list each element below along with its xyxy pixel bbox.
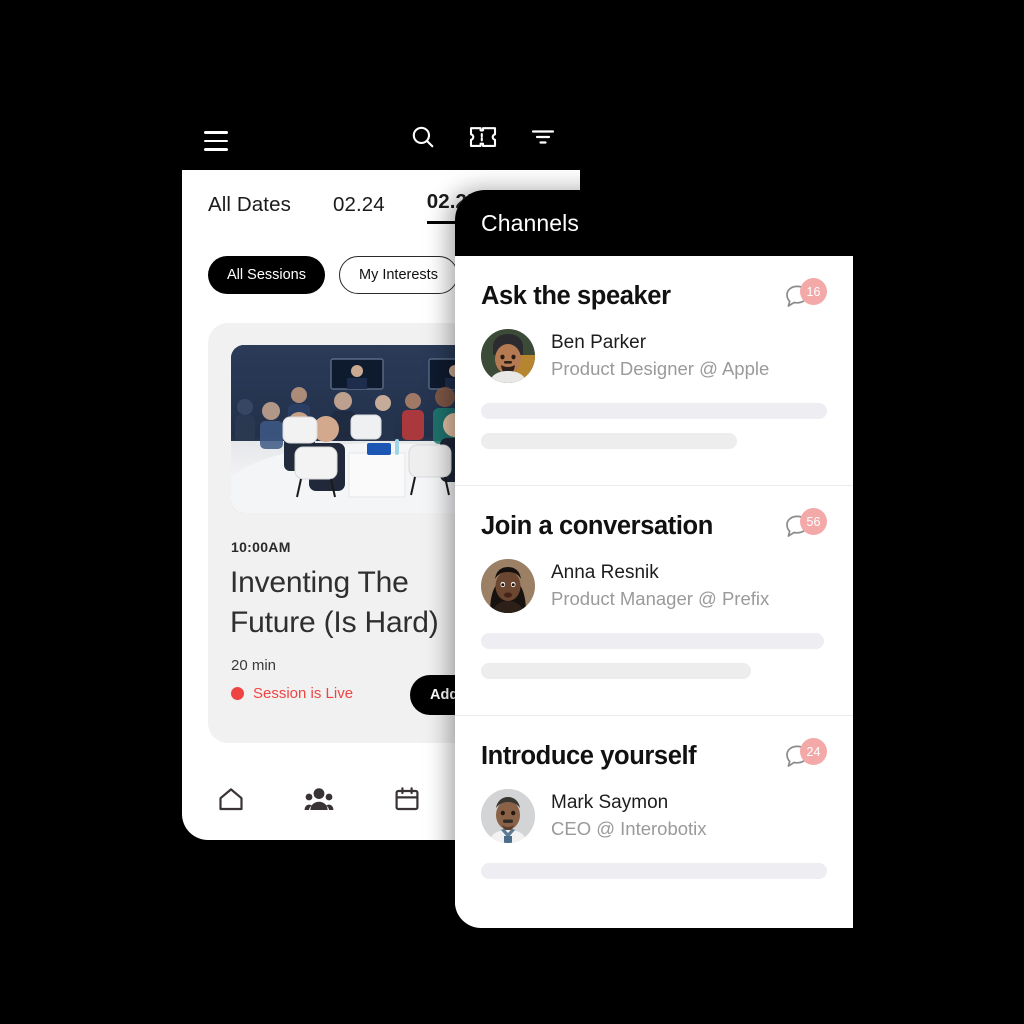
person-name: Ben Parker xyxy=(551,332,647,353)
person-name: Mark Saymon xyxy=(551,792,669,813)
channel-item-ask-the-speaker[interactable]: Ask the speaker 16 Ben Parker Product De… xyxy=(455,256,853,485)
unread-count-badge: 24 xyxy=(800,738,827,765)
channels-header: Channels xyxy=(455,190,853,256)
person-role: Product Manager @ Prefix xyxy=(551,588,770,609)
channel-person-info: Anna Resnik Product Manager @ Prefix xyxy=(551,560,769,612)
session-live-status: Session is Live xyxy=(231,685,353,702)
channel-item-join-a-conversation[interactable]: Join a conversation 56 Anna Resnik Produ… xyxy=(455,485,853,715)
nav-calendar-icon[interactable] xyxy=(390,782,424,816)
screenshot-stage: All Dates 02.24 02.25 All Sessions My In… xyxy=(0,0,1024,1024)
channel-heading: Introduce yourself xyxy=(481,742,697,770)
unread-count-badge: 56 xyxy=(800,508,827,535)
channels-panel: Channels Ask the speaker 16 Ben Parker P… xyxy=(455,190,853,928)
avatar-anna-resnik xyxy=(481,559,535,613)
session-duration: 20 min xyxy=(231,657,277,674)
skeleton-line xyxy=(481,633,824,649)
live-dot-icon xyxy=(231,687,244,700)
channel-unread-indicator[interactable]: 24 xyxy=(783,738,827,782)
nav-home-icon[interactable] xyxy=(214,782,248,816)
date-tab-all-dates[interactable]: All Dates xyxy=(208,193,291,224)
ticket-icon[interactable] xyxy=(468,122,498,152)
avatar-ben-parker xyxy=(481,329,535,383)
session-time: 10:00AM xyxy=(231,539,291,555)
message-placeholder-lines xyxy=(481,403,827,449)
message-placeholder-lines xyxy=(481,863,827,879)
channel-unread-indicator[interactable]: 16 xyxy=(783,278,827,322)
search-icon[interactable] xyxy=(408,122,438,152)
channels-list: Ask the speaker 16 Ben Parker Product De… xyxy=(455,256,853,915)
avatar-mark-saymon xyxy=(481,789,535,843)
channels-title: Channels xyxy=(481,209,579,236)
session-filter-pills: All Sessions My Interests xyxy=(208,256,458,294)
channel-person-info: Ben Parker Product Designer @ Apple xyxy=(551,330,769,382)
message-placeholder-lines xyxy=(481,633,827,679)
skeleton-line xyxy=(481,403,827,419)
channel-person[interactable]: Anna Resnik Product Manager @ Prefix xyxy=(481,559,827,613)
channel-unread-indicator[interactable]: 56 xyxy=(783,508,827,552)
channel-person-info: Mark Saymon CEO @ Interobotix xyxy=(551,790,707,842)
unread-count-badge: 16 xyxy=(800,278,827,305)
skeleton-line xyxy=(481,863,827,879)
skeleton-line xyxy=(481,433,738,449)
session-live-label: Session is Live xyxy=(253,685,354,702)
top-bar-actions xyxy=(408,122,558,152)
pill-all-sessions[interactable]: All Sessions xyxy=(208,256,325,294)
person-role: Product Designer @ Apple xyxy=(551,358,770,379)
channel-person[interactable]: Ben Parker Product Designer @ Apple xyxy=(481,329,827,383)
pill-my-interests[interactable]: My Interests xyxy=(338,256,458,294)
app-top-bar xyxy=(182,118,580,170)
channel-person[interactable]: Mark Saymon CEO @ Interobotix xyxy=(481,789,827,843)
skeleton-line xyxy=(481,663,751,679)
hamburger-menu-icon[interactable] xyxy=(204,126,234,156)
filter-icon[interactable] xyxy=(528,122,558,152)
channel-heading: Ask the speaker xyxy=(481,282,671,310)
nav-people-icon[interactable] xyxy=(302,782,336,816)
channel-heading: Join a conversation xyxy=(481,512,713,540)
channel-item-introduce-yourself[interactable]: Introduce yourself 24 Mark Saymon CEO @ … xyxy=(455,715,853,915)
date-tab-0224[interactable]: 02.24 xyxy=(333,193,385,224)
person-role: CEO @ Interobotix xyxy=(551,818,707,839)
person-name: Anna Resnik xyxy=(551,562,659,583)
